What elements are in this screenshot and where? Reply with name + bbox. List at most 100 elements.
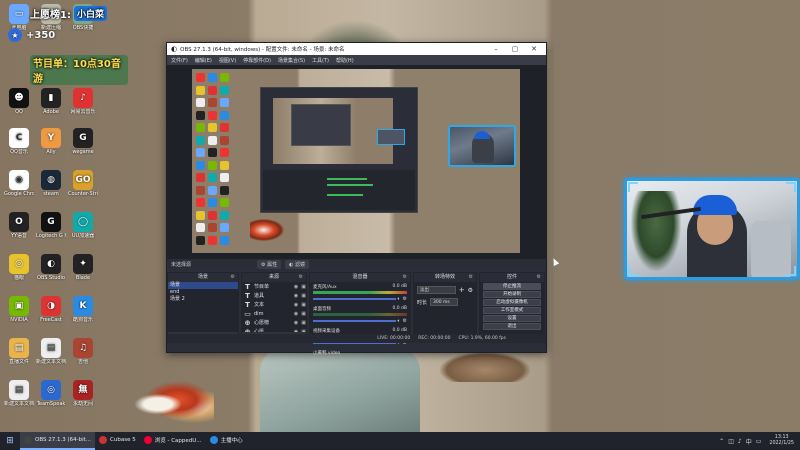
mixer-channel-name: 桌面音频 [313, 307, 331, 312]
desktop-icon-label: OBS Studio [37, 275, 65, 281]
obs-titlebar[interactable]: ◐ OBS 27.1.3 (64-bit, windows) - 配置文件: 未… [167, 43, 546, 55]
desktop-icon[interactable]: K 酷狗音乐 [68, 296, 98, 323]
lock-icon[interactable]: ▣ [301, 311, 306, 317]
eye-icon[interactable]: ◉ [294, 302, 298, 308]
desktop-icon[interactable]: ◉Google Chrome [4, 170, 34, 197]
taskbar-clock[interactable]: 13:13 2022/1/25 [765, 435, 794, 447]
dock-settings-icon[interactable]: ⚙ [537, 273, 541, 282]
desktop-icon[interactable]: O YY语音 [4, 212, 34, 239]
dock-settings-icon[interactable]: ⚙ [231, 273, 235, 282]
control-button[interactable]: 设置 [483, 315, 541, 322]
menu-item[interactable]: 工具(T) [312, 57, 329, 64]
source-item[interactable]: T 文本 ◉ ▣ [242, 300, 306, 309]
menu-item[interactable]: 编辑(E) [195, 57, 212, 64]
desktop-icon[interactable]: ◯ UU加速器 [68, 212, 98, 239]
desktop-icon[interactable]: ♪ 网易云音乐 [68, 88, 98, 115]
volume-icon[interactable]: ♪ [738, 438, 742, 445]
desktop-icon[interactable]: ▮ Adobe [36, 88, 66, 115]
scene-item[interactable]: 场景 2 [168, 296, 238, 303]
mixer-header: 混音器 ⚙ [310, 273, 410, 282]
menu-item[interactable]: 帮助(H) [336, 57, 354, 64]
preview-icon [220, 173, 229, 182]
desktop-icon[interactable]: ▤ 新建文本文档 [4, 380, 34, 407]
source-item[interactable]: T 节目单 ◉ ▣ [242, 282, 306, 291]
add-icon[interactable]: + [459, 286, 465, 294]
desktop-icon[interactable]: ◐ OBS Studio [36, 254, 66, 281]
dock-settings-icon[interactable]: ⚙ [469, 273, 473, 282]
desktop-icon[interactable]: ♫ 吉他 [68, 338, 98, 365]
control-button[interactable]: 开始录制 [483, 291, 541, 298]
preview-webcam [448, 125, 516, 167]
desktop-icon[interactable]: 無永劫无间 [68, 380, 98, 407]
input-method-icon[interactable]: 中 [746, 437, 752, 446]
menu-item[interactable]: 文件(F) [171, 57, 188, 64]
lock-icon[interactable]: ▣ [301, 302, 306, 308]
desktop-icon[interactable]: Y Ally [36, 128, 66, 155]
menu-item[interactable]: 视图(V) [219, 57, 236, 64]
gear-icon[interactable]: ⚙ [403, 318, 407, 324]
desktop-icon[interactable]: ▣ NVIDIA [4, 296, 34, 323]
obs-preview[interactable] [167, 65, 546, 259]
source-item[interactable]: ⊕ 心愿榜 ◉ ▣ [242, 318, 306, 327]
eye-icon[interactable]: ◉ [294, 320, 298, 326]
gear-icon[interactable]: ⚙ [468, 287, 473, 294]
volume-slider[interactable] [313, 298, 396, 300]
tab-properties[interactable]: ⚙ 属性 [257, 259, 282, 269]
lock-icon[interactable]: ▣ [301, 293, 306, 299]
source-item[interactable]: T 道具 ◉ ▣ [242, 291, 306, 300]
maximize-icon[interactable]: ▢ [507, 45, 523, 53]
preview-canvas[interactable] [192, 69, 520, 253]
dock-settings-icon[interactable]: ⚙ [403, 273, 407, 282]
eye-icon[interactable]: ◉ [294, 284, 298, 290]
gear-icon[interactable]: ⚙ [403, 296, 407, 302]
taskbar-app[interactable]: Cubase 5 [95, 432, 140, 450]
controls-dock: 控件 ⚙ 停止推流 开始录制 启动虚拟摄像机 工作室模式 设置 退出 [479, 272, 545, 342]
desktop-icon[interactable]: ◍ steam [36, 170, 66, 197]
tray-chevron-icon[interactable]: ⌃ [719, 438, 724, 445]
scenes-list[interactable]: 场景 end 场景 2 [168, 282, 238, 332]
speaker-icon[interactable]: 🔈︎ [398, 318, 401, 324]
minimize-icon[interactable]: – [488, 45, 504, 53]
desktop-icon[interactable]: C QQ音乐 [4, 128, 34, 155]
eye-icon[interactable]: ◉ [294, 293, 298, 299]
desktop-icon[interactable]: ◑ FreeCast [36, 296, 66, 323]
desktop-icon[interactable]: GLogitech G HUB [36, 212, 66, 239]
desktop-icon[interactable]: Gwegame [68, 128, 98, 155]
control-button[interactable]: 停止推流 [483, 283, 541, 290]
koi-decoration [134, 380, 214, 424]
taskbar-app[interactable]: OBS 27.1.3 (64-bit... [20, 432, 96, 450]
preview-icon [208, 110, 217, 120]
scene-item[interactable]: 场景 [168, 282, 238, 289]
control-button[interactable]: 工作室模式 [483, 307, 541, 314]
duration-input[interactable]: 300 ms [430, 298, 459, 306]
scene-item[interactable]: end [168, 289, 238, 296]
battery-icon[interactable]: ▭ [756, 438, 762, 445]
desktop-icon[interactable]: ◎ 猫眼 [4, 254, 34, 281]
network-icon[interactable]: ◫ [728, 438, 734, 445]
taskbar-app[interactable]: 浏览 - CappedU... [140, 432, 206, 450]
desktop-icon[interactable]: ☻ QQ [4, 88, 34, 115]
desktop-icon[interactable]: ▤ 直播文件 [4, 338, 34, 365]
lock-icon[interactable]: ▣ [301, 284, 306, 290]
menu-item[interactable]: 场景集合(S) [278, 57, 305, 64]
speaker-icon[interactable]: 🔈︎ [398, 296, 401, 302]
tab-filters[interactable]: ◐ 滤镜 [285, 259, 310, 269]
desktop-icon[interactable]: ✦ Blade [68, 254, 98, 281]
taskbar-app[interactable]: 主播中心 [206, 432, 247, 450]
source-item[interactable]: ▭ dim ◉ ▣ [242, 309, 306, 318]
desktop-icon[interactable]: GOCounter-Strike [68, 170, 98, 197]
control-button[interactable]: 启动虚拟摄像机 [483, 299, 541, 306]
control-button[interactable]: 退出 [483, 323, 541, 330]
dock-settings-icon[interactable]: ⚙ [299, 273, 303, 282]
desktop-icon[interactable]: ▤ 新建文本文档 [36, 338, 66, 365]
volume-slider[interactable] [313, 320, 396, 322]
eye-icon[interactable]: ◉ [294, 311, 298, 317]
lock-icon[interactable]: ▣ [301, 320, 306, 326]
close-icon[interactable]: ✕ [526, 45, 542, 53]
desktop-icon[interactable]: ◎ TeamSpeak [36, 380, 66, 407]
obs-window[interactable]: ◐ OBS 27.1.3 (64-bit, windows) - 配置文件: 未… [166, 42, 547, 356]
sources-list[interactable]: T节目单◉▣T道具◉▣T文本◉▣▭dim◉▣⊕心愿榜◉▣⊕心愿◉▣ [242, 282, 306, 336]
windows-start-icon[interactable]: ⊞ [0, 436, 20, 446]
menu-item[interactable]: 停靠部件(D) [243, 57, 271, 64]
transition-select[interactable]: 淡出 [417, 286, 456, 294]
